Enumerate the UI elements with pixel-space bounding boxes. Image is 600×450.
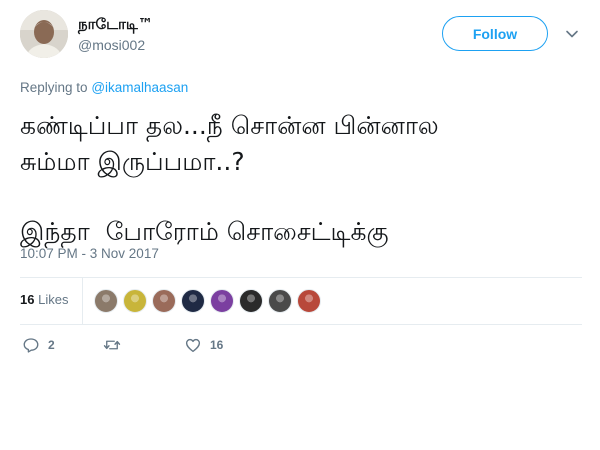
tweet-stats: 16 Likes <box>20 278 582 324</box>
user-names: நாடோடி™ @mosi002 <box>78 14 153 55</box>
liker-avatar[interactable] <box>94 289 118 313</box>
tweet-line-3: இந்தா போரோம் சொசைட்டிக்கு <box>20 217 389 246</box>
liker-avatar[interactable] <box>123 289 147 313</box>
screen-name[interactable]: @mosi002 <box>78 35 153 55</box>
tweet-actions: 2 16 <box>20 336 320 360</box>
reply-count: 2 <box>48 338 55 352</box>
liker-avatar[interactable] <box>268 289 292 313</box>
liker-avatar[interactable] <box>210 289 234 313</box>
retweet-button[interactable] <box>103 336 129 354</box>
reply-button[interactable]: 2 <box>22 336 55 354</box>
liker-avatar[interactable] <box>152 289 176 313</box>
chevron-down-icon[interactable] <box>564 26 580 42</box>
liker-avatar[interactable] <box>239 289 263 313</box>
follow-button[interactable]: Follow <box>442 16 548 51</box>
like-count: 16 <box>210 338 224 352</box>
likes-count: 16 <box>20 292 35 307</box>
reply-icon <box>23 338 39 353</box>
retweet-icon <box>103 340 121 350</box>
likes-label: Likes <box>38 292 69 307</box>
user-avatar-photo <box>20 10 68 58</box>
divider-bottom <box>20 324 582 325</box>
display-name[interactable]: நாடோடி™ <box>78 14 153 34</box>
likers-avatars <box>94 289 326 313</box>
liker-avatar[interactable] <box>181 289 205 313</box>
likes-stat[interactable]: 16 Likes <box>20 292 68 307</box>
liker-avatar[interactable] <box>297 289 321 313</box>
tweet-text: கண்டிப்பா தல...நீ சொன்ன பின்னால சும்மா இ… <box>20 108 580 250</box>
stats-separator <box>82 278 83 324</box>
heart-icon <box>185 338 201 353</box>
avatar[interactable] <box>20 10 68 58</box>
tweet-line-spacer <box>20 180 580 214</box>
tweet-timestamp[interactable]: 10:07 PM - 3 Nov 2017 <box>20 246 159 261</box>
tweet-header: நாடோடி™ @mosi002 Follow <box>20 10 582 66</box>
like-button[interactable]: 16 <box>184 336 223 354</box>
tweet-line-2: சும்மா இருப்பமா..? <box>20 147 245 176</box>
reply-mention-link[interactable]: @ikamalhaasan <box>91 80 188 95</box>
reply-context: Replying to @ikamalhaasan <box>20 80 188 95</box>
reply-context-prefix: Replying to <box>20 80 88 95</box>
tweet-line-1: கண்டிப்பா தல...நீ சொன்ன பின்னால <box>20 111 439 140</box>
